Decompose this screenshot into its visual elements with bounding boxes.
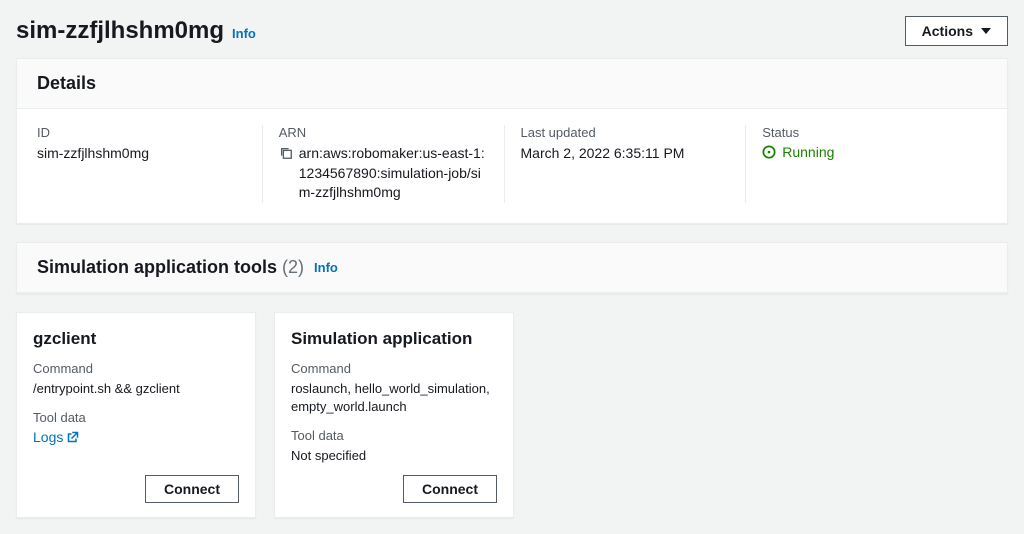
tool-title: Simulation application [291,329,497,349]
tools-heading: Simulation application tools (2) [37,257,304,278]
external-link-icon [67,431,79,443]
tool-card-gzclient: gzclient Command /entrypoint.sh && gzcli… [16,312,256,519]
details-panel: Details ID sim-zzfjlhshm0mg ARN arn:aws:… [16,58,1008,224]
details-heading: Details [37,73,96,94]
id-value: sim-zzfjlhshm0mg [37,144,246,164]
copy-icon[interactable] [279,146,293,165]
tooldata-label: Tool data [291,428,497,443]
tool-card-simapp: Simulation application Command roslaunch… [274,312,514,519]
caret-down-icon [981,28,991,34]
tool-title: gzclient [33,329,239,349]
actions-button[interactable]: Actions [905,16,1008,46]
logs-link[interactable]: Logs [33,429,79,445]
command-label: Command [291,361,497,376]
tools-info-link[interactable]: Info [314,260,338,275]
page-title: sim-zzfjlhshm0mg [16,17,224,45]
actions-button-label: Actions [922,23,973,39]
logs-link-text: Logs [33,429,63,445]
tools-count: (2) [282,257,304,277]
arn-label: ARN [279,125,488,140]
updated-label: Last updated [521,125,730,140]
info-link[interactable]: Info [232,26,256,41]
connect-button[interactable]: Connect [145,475,239,503]
command-value: /entrypoint.sh && gzclient [33,380,239,398]
status-value: Running [762,144,971,160]
command-label: Command [33,361,239,376]
tooldata-value: Not specified [291,447,497,465]
tooldata-label: Tool data [33,410,239,425]
status-text: Running [782,144,834,160]
tools-heading-text: Simulation application tools [37,257,277,277]
id-label: ID [37,125,246,140]
updated-value: March 2, 2022 6:35:11 PM [521,144,730,164]
tools-panel: Simulation application tools (2) Info [16,242,1008,294]
command-value: roslaunch, hello_world_simulation, empty… [291,380,497,416]
status-running-icon [762,145,776,159]
status-label: Status [762,125,971,140]
connect-button[interactable]: Connect [403,475,497,503]
arn-value: arn:aws:robomaker:us-east-1:1234567890:s… [299,144,488,203]
